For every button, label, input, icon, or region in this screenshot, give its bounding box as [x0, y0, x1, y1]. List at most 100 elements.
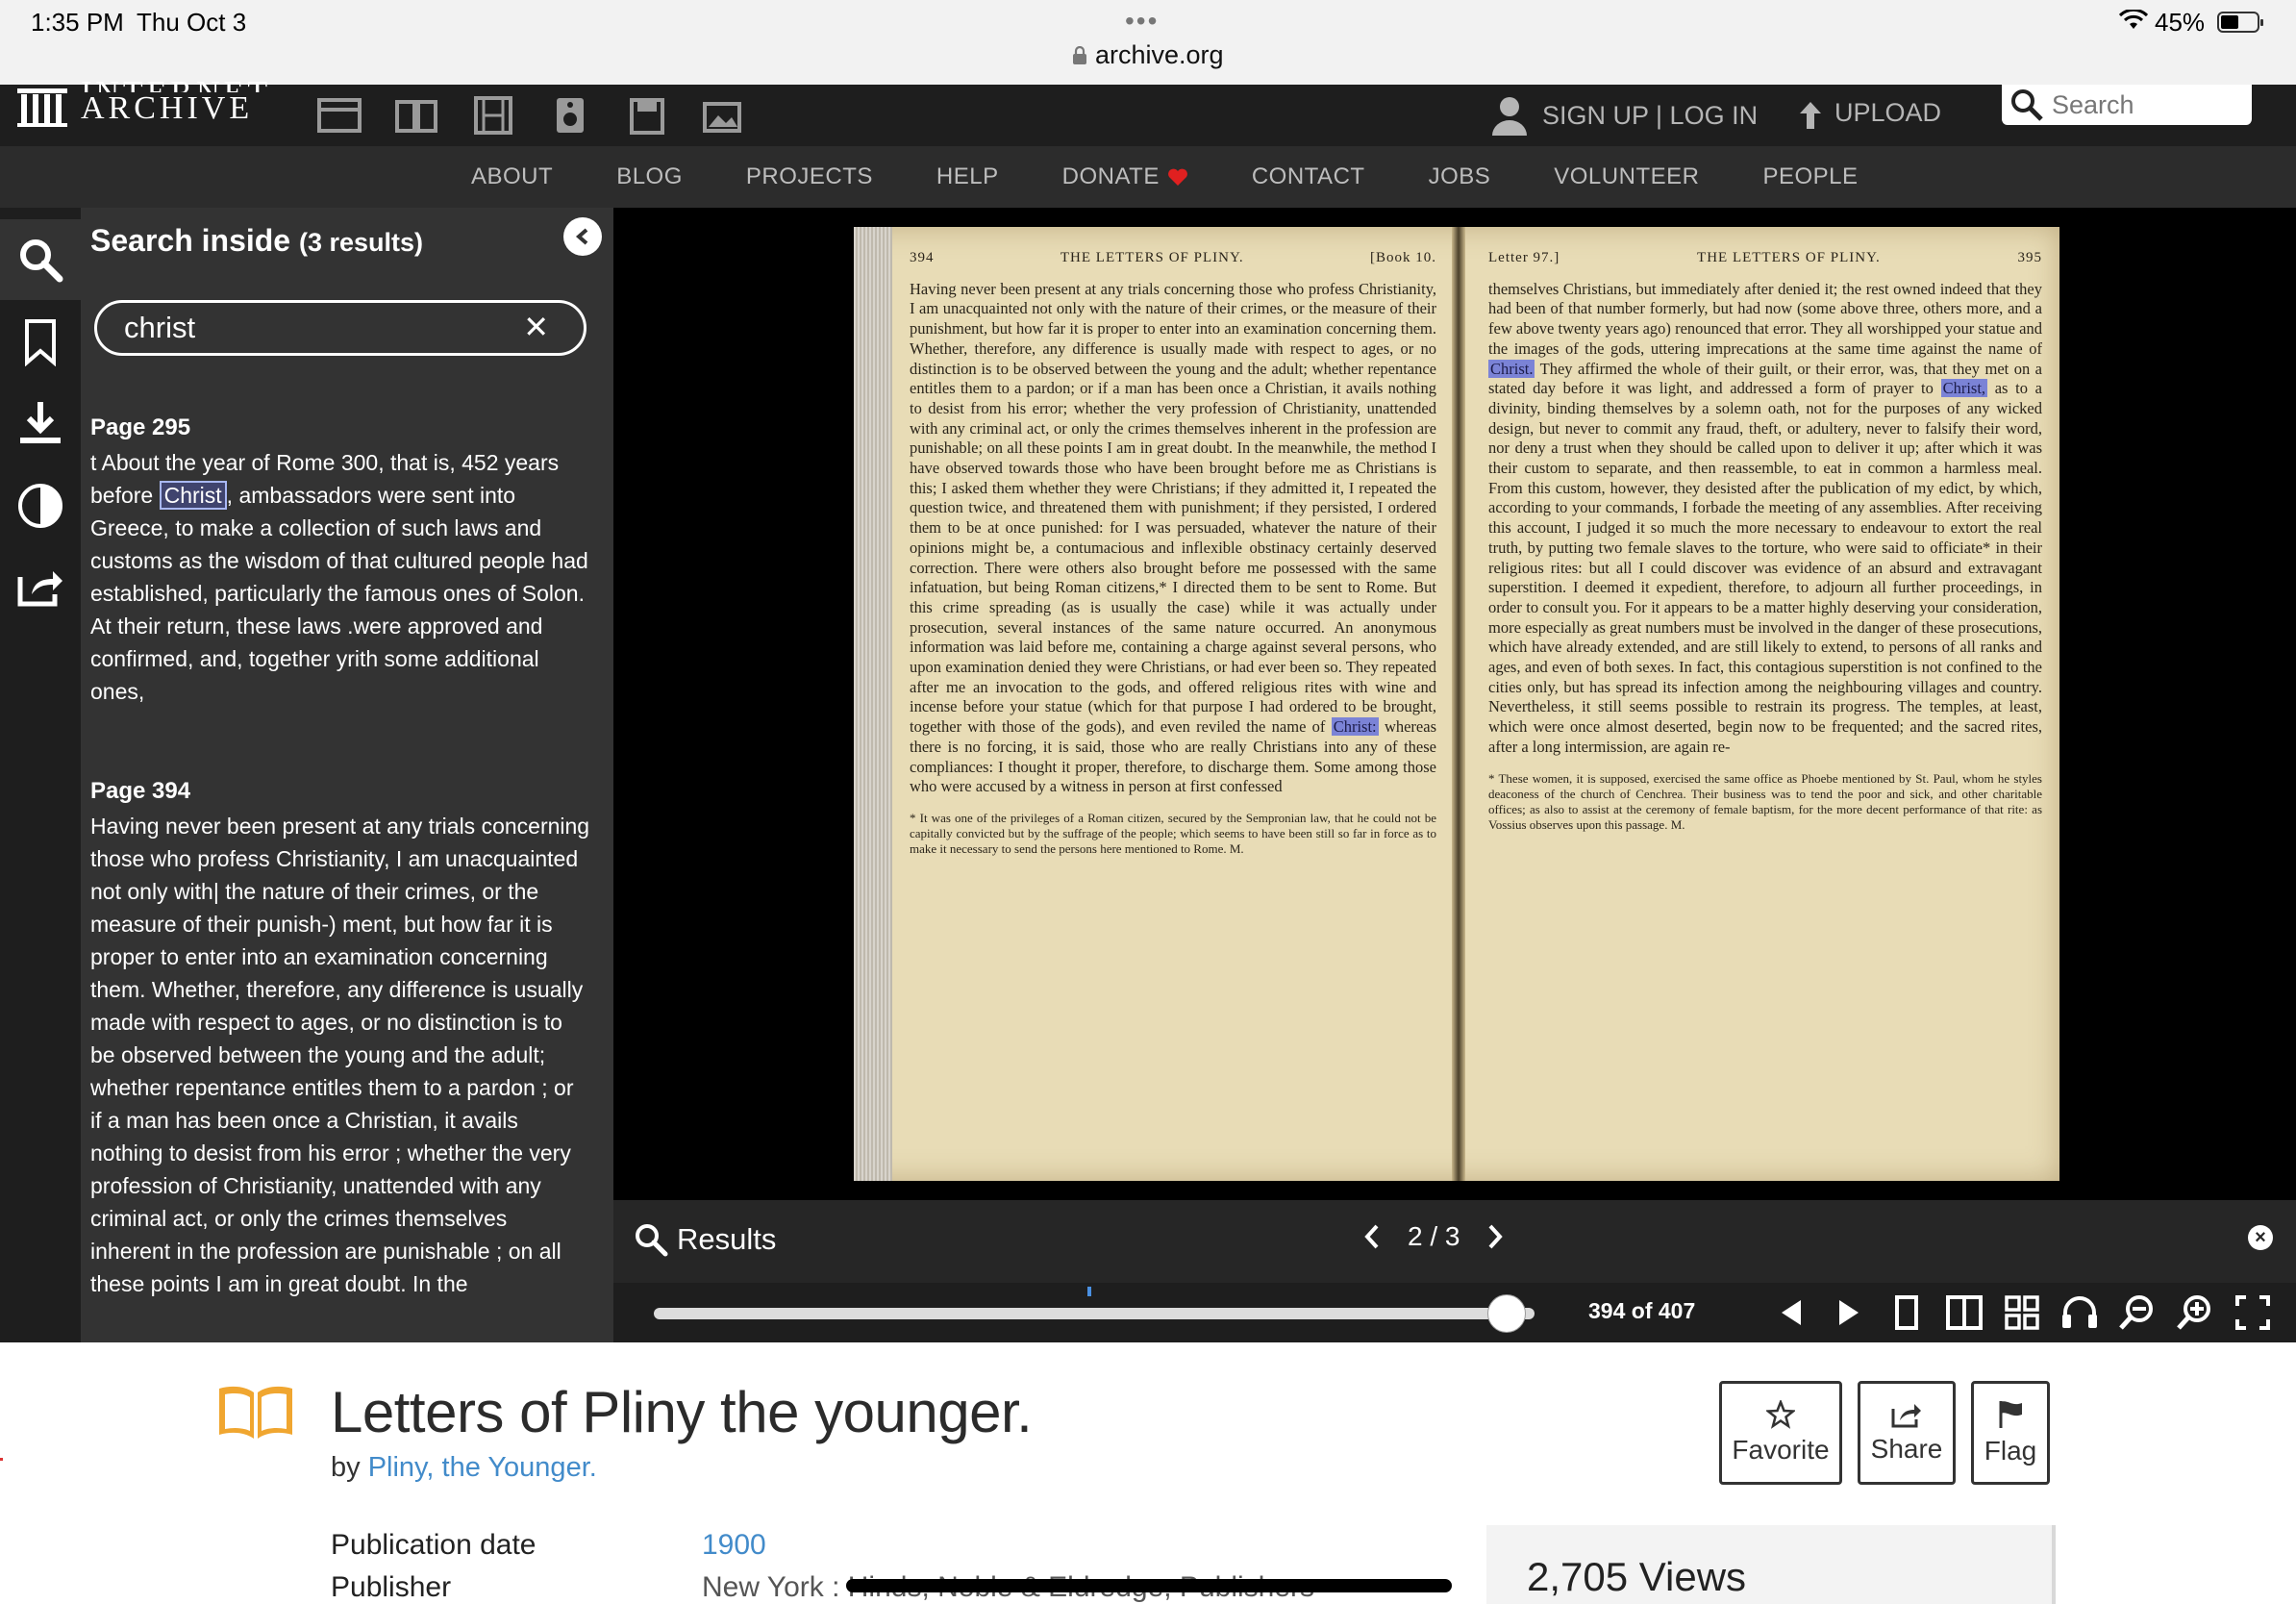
media-type-icons — [304, 85, 750, 146]
close-results-button[interactable]: × — [2248, 1225, 2273, 1250]
web-icon[interactable] — [313, 93, 365, 138]
share-icon[interactable] — [0, 546, 81, 627]
signup-login-link[interactable]: SIGN UP | LOG IN — [1490, 85, 1758, 146]
bookreader-side-menu — [0, 208, 81, 1342]
site-search-input[interactable]: Search — [2002, 85, 2252, 125]
flag-button[interactable]: Flag — [1971, 1381, 2050, 1485]
software-icon[interactable] — [621, 93, 673, 138]
right-page-footnote: * These women, it is supposed, exercised… — [1488, 770, 2042, 832]
result-snippet: Having never been present at any trials … — [90, 814, 590, 1296]
slider-thumb[interactable] — [1486, 1294, 1526, 1333]
video-icon[interactable] — [467, 93, 519, 138]
right-page: Letter 97.] THE LETTERS OF PLINY. 395 th… — [1488, 248, 2042, 833]
read-aloud-icon[interactable] — [2059, 1292, 2100, 1333]
upload-link[interactable]: UPLOAD — [1798, 85, 1941, 146]
two-page-icon[interactable] — [1944, 1292, 1984, 1333]
page-slider[interactable] — [654, 1287, 1535, 1333]
upload-icon — [1800, 102, 1821, 129]
ia-secondary-nav: ABOUT BLOG PROJECTS HELP DONATE CONTACT … — [0, 146, 2296, 208]
nav-about[interactable]: ABOUT — [471, 163, 553, 190]
prev-page-icon[interactable] — [1771, 1292, 1811, 1333]
chevron-left-icon — [575, 228, 588, 245]
viewer-toolbar — [1771, 1292, 2273, 1333]
zoom-out-icon[interactable] — [2117, 1292, 2158, 1333]
result-page-label: Page 394 — [90, 778, 191, 804]
item-byline: by Pliny, the Younger. — [331, 1452, 597, 1483]
page-match-highlight: Christ, — [1940, 379, 1988, 398]
search-placeholder: Search — [2052, 89, 2134, 119]
battery-percent: 45% — [2155, 8, 2206, 37]
lock-icon — [1073, 45, 1086, 64]
thumbnails-icon[interactable] — [2002, 1292, 2042, 1333]
next-result-button[interactable] — [1486, 1223, 1504, 1250]
search-icon — [2011, 89, 2043, 121]
results-count: (3 results) — [298, 228, 424, 257]
contrast-icon[interactable] — [0, 465, 81, 546]
nav-jobs[interactable]: JOBS — [1429, 163, 1491, 190]
favorite-button[interactable]: Favorite — [1719, 1381, 1842, 1485]
search-results-bar: Results 2 / 3 × — [613, 1200, 2296, 1283]
fullscreen-icon[interactable] — [2233, 1292, 2273, 1333]
nav-volunteer[interactable]: VOLUNTEER — [1554, 163, 1699, 190]
nav-blog[interactable]: BLOG — [616, 163, 683, 190]
share-icon — [1891, 1404, 1921, 1428]
match-highlight: Christ — [159, 481, 227, 510]
search-query: christ — [124, 311, 196, 344]
prev-result-button[interactable] — [1363, 1223, 1381, 1250]
pub-date-link[interactable]: 1900 — [702, 1529, 766, 1562]
search-result-1[interactable]: Page 295 t About the year of Rome 300, t… — [90, 412, 590, 708]
left-page-header: 394 THE LETTERS OF PLINY. [Book 10. — [910, 250, 1436, 265]
right-page-header: Letter 97.] THE LETTERS OF PLINY. 395 — [1488, 250, 2042, 265]
book-spread[interactable]: 394 THE LETTERS OF PLINY. [Book 10. Havi… — [854, 227, 2059, 1181]
nav-contact[interactable]: CONTACT — [1252, 163, 1365, 190]
viewer-controls: 394 of 407 — [613, 1283, 2296, 1342]
result-snippet: t About the year of Rome 300, that is, 4… — [90, 450, 588, 704]
page-match-highlight: Christ: — [1331, 717, 1379, 737]
ipad-status-bar: 1:35 PM Thu Oct 3 ••• archive.org 45% — [0, 0, 2296, 85]
next-page-icon[interactable] — [1829, 1292, 1869, 1333]
download-icon[interactable] — [0, 383, 81, 464]
search-result-2[interactable]: Page 394 Having never been present at an… — [90, 775, 590, 1300]
page-match-highlight: Christ. — [1488, 359, 1535, 378]
author-link[interactable]: Pliny, the Younger. — [368, 1452, 597, 1483]
views-card: 2,705 Views — [1486, 1525, 2056, 1604]
address-url: archive.org — [1095, 40, 1224, 69]
status-time: 1:35 PM — [31, 8, 124, 37]
nav-people[interactable]: PEOPLE — [1762, 163, 1858, 190]
nav-donate[interactable]: DONATE — [1062, 163, 1188, 190]
publisher-label: Publisher — [331, 1571, 452, 1603]
result-position: 2 / 3 — [1408, 1221, 1460, 1251]
battery-icon — [2217, 12, 2263, 33]
search-hit-marker[interactable] — [1087, 1287, 1092, 1296]
edge-mark — [0, 1458, 3, 1461]
one-page-icon[interactable] — [1886, 1292, 1927, 1333]
texts-book-icon — [219, 1386, 292, 1439]
star-icon — [1766, 1400, 1795, 1429]
collapse-panel-button[interactable] — [563, 217, 602, 256]
bookmark-icon[interactable] — [0, 302, 81, 383]
ia-logo[interactable]: INTERNET ARCHIVE — [17, 77, 271, 127]
search-inside-input[interactable]: christ ✕ — [94, 300, 586, 356]
share-button[interactable]: Share — [1858, 1381, 1956, 1485]
views-count: 2,705 Views — [1527, 1554, 1747, 1599]
tab-dots-icon[interactable]: ••• — [1125, 6, 1159, 37]
ia-temple-icon — [17, 88, 67, 127]
zoom-in-icon[interactable] — [2175, 1292, 2215, 1333]
left-page-body: Having never been present at any trials … — [910, 279, 1436, 796]
search-inside-icon[interactable] — [0, 219, 81, 300]
images-icon[interactable] — [698, 93, 750, 138]
nav-help[interactable]: HELP — [936, 163, 999, 190]
texts-icon[interactable] — [390, 93, 442, 138]
nav-projects[interactable]: PROJECTS — [746, 163, 873, 190]
item-title: Letters of Pliny the younger. — [331, 1380, 1033, 1444]
right-page-body: themselves Christians, but immediately a… — [1488, 279, 2042, 756]
status-date: Thu Oct 3 — [137, 8, 247, 37]
clear-search-icon[interactable]: ✕ — [523, 309, 549, 345]
ia-wordmark: INTERNET ARCHIVE — [81, 77, 267, 126]
home-indicator-bar — [846, 1579, 1452, 1592]
page-edges — [854, 227, 892, 1181]
audio-icon[interactable] — [544, 93, 596, 138]
address-bar[interactable]: archive.org — [1072, 40, 1224, 70]
heart-icon — [1167, 168, 1187, 186]
user-icon — [1492, 97, 1527, 136]
